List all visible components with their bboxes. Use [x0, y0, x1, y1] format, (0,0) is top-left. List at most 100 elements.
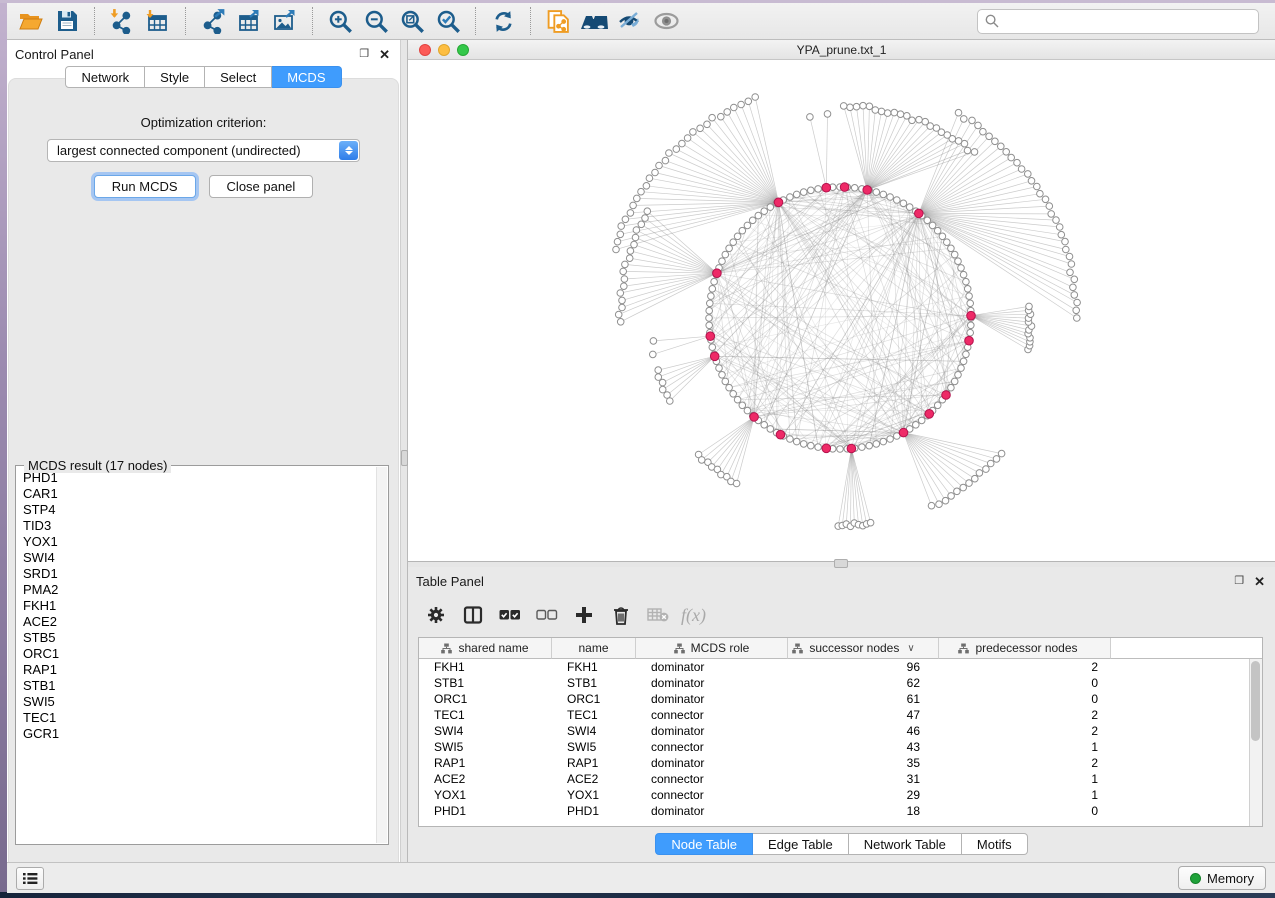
table-cell: 47 [788, 708, 939, 722]
hide-graphics-details-icon[interactable] [614, 6, 646, 36]
column-header-shared-name[interactable]: shared name [419, 638, 552, 659]
column-label: shared name [458, 641, 528, 655]
mcds-result-item[interactable]: GCR1 [23, 726, 375, 742]
mcds-result-item[interactable]: STB1 [23, 678, 375, 694]
delete-row-icon[interactable] [607, 601, 635, 629]
table-cell: 0 [939, 676, 1111, 690]
tab-edge-table[interactable]: Edge Table [753, 833, 849, 855]
zoom-out-icon[interactable] [360, 6, 392, 36]
tab-select[interactable]: Select [205, 66, 272, 88]
table-row[interactable]: RAP1RAP1dominator352 [419, 755, 1262, 771]
select-all-icon[interactable] [496, 601, 524, 629]
mcds-result-item[interactable]: TEC1 [23, 710, 375, 726]
column-header-name[interactable]: name [552, 638, 636, 659]
export-network-icon[interactable] [197, 6, 229, 36]
table-row[interactable]: YOX1YOX1connector291 [419, 787, 1262, 803]
binoculars-icon[interactable] [578, 6, 610, 36]
mcds-result-item[interactable]: STB5 [23, 630, 375, 646]
network-graph[interactable] [408, 60, 1275, 561]
mcds-result-item[interactable]: FKH1 [23, 598, 375, 614]
table-row[interactable]: ACE2ACE2connector311 [419, 771, 1262, 787]
table-cell: ACE2 [419, 772, 552, 786]
network-view-title: YPA_prune.txt_1 [408, 43, 1275, 57]
table-cell: TEC1 [419, 708, 552, 722]
save-session-icon[interactable] [51, 6, 83, 36]
mcds-result-item[interactable]: SWI4 [23, 550, 375, 566]
float-window-icon[interactable]: ❐ [1234, 576, 1244, 587]
deselect-all-icon[interactable] [533, 601, 561, 629]
tab-network[interactable]: Network [65, 66, 145, 88]
search-input[interactable] [1004, 14, 1251, 29]
table-row[interactable]: FKH1FKH1dominator962 [419, 659, 1262, 675]
table-row[interactable]: TEC1TEC1connector472 [419, 707, 1262, 723]
export-image-icon[interactable] [269, 6, 301, 36]
table-row[interactable]: PHD1PHD1dominator180 [419, 803, 1262, 819]
zoom-in-icon[interactable] [324, 6, 356, 36]
close-panel-button[interactable]: Close panel [209, 175, 314, 198]
refresh-icon[interactable] [487, 6, 519, 36]
table-cell: dominator [636, 660, 788, 674]
tab-node-table[interactable]: Node Table [655, 833, 753, 855]
mcds-result-item[interactable]: ACE2 [23, 614, 375, 630]
horizontal-splitter[interactable] [408, 562, 1275, 567]
tab-style[interactable]: Style [145, 66, 205, 88]
scrollbar-thumb[interactable] [1251, 661, 1260, 741]
mcds-result-item[interactable]: PHD1 [23, 470, 375, 486]
zoom-fit-icon[interactable] [396, 6, 428, 36]
column-header-predecessor-nodes[interactable]: predecessor nodes [939, 638, 1111, 659]
table-cell: 2 [939, 756, 1111, 770]
tab-mcds[interactable]: MCDS [272, 66, 341, 88]
mcds-result-item[interactable]: STP4 [23, 502, 375, 518]
import-table-icon[interactable] [142, 6, 174, 36]
export-table-icon[interactable] [233, 6, 265, 36]
tab-network-table[interactable]: Network Table [849, 833, 962, 855]
memory-button[interactable]: Memory [1178, 866, 1266, 890]
mcds-result-item[interactable]: TID3 [23, 518, 375, 534]
import-network-icon[interactable] [106, 6, 138, 36]
table-row[interactable]: SWI4SWI4dominator462 [419, 723, 1262, 739]
vertical-splitter[interactable] [400, 40, 408, 862]
mcds-result-item[interactable]: RAP1 [23, 662, 375, 678]
mcds-result-item[interactable]: YOX1 [23, 534, 375, 550]
mcds-result-item[interactable]: PMA2 [23, 582, 375, 598]
mcds-result-item[interactable]: CAR1 [23, 486, 375, 502]
table-scrollbar[interactable] [1249, 659, 1262, 826]
close-panel-icon[interactable]: ✕ [1254, 575, 1265, 588]
settings-icon[interactable] [422, 601, 450, 629]
column-label: predecessor nodes [975, 641, 1077, 655]
tab-motifs[interactable]: Motifs [962, 833, 1028, 855]
table-cell: YOX1 [552, 788, 636, 802]
toolbar-separator [94, 7, 95, 35]
function-builder-icon[interactable]: f(x) [681, 605, 706, 626]
columns-icon[interactable] [459, 601, 487, 629]
mcds-list-scrollbar[interactable] [376, 467, 387, 843]
mcds-tab-content: Optimization criterion: largest connecte… [8, 78, 399, 862]
mcds-result-item[interactable]: SRD1 [23, 566, 375, 582]
run-mcds-button[interactable]: Run MCDS [94, 175, 196, 198]
network-titlebar[interactable]: YPA_prune.txt_1 [408, 40, 1275, 60]
table-row[interactable]: STB1STB1dominator620 [419, 675, 1262, 691]
desktop-left-strip [0, 0, 7, 893]
zoom-selected-icon[interactable] [432, 6, 464, 36]
mcds-result-item[interactable]: SWI5 [23, 694, 375, 710]
show-graphics-details-icon[interactable] [650, 6, 682, 36]
mcds-result-item[interactable]: ORC1 [23, 646, 375, 662]
network-canvas[interactable] [408, 60, 1275, 561]
criterion-select[interactable]: largest connected component (undirected) [47, 139, 360, 162]
splitter-handle[interactable] [834, 559, 848, 568]
table-row[interactable]: ORC1ORC1dominator610 [419, 691, 1262, 707]
splitter-handle[interactable] [401, 450, 408, 466]
table-row[interactable]: SWI5SWI5connector431 [419, 739, 1262, 755]
add-row-icon[interactable] [570, 601, 598, 629]
close-panel-icon[interactable]: ✕ [379, 48, 390, 61]
table-cell: connector [636, 772, 788, 786]
control-panel: Control Panel ❐ ✕ NetworkStyleSelectMCDS… [7, 40, 400, 862]
copy-network-icon[interactable] [542, 6, 574, 36]
column-header-MCDS-role[interactable]: MCDS role [636, 638, 788, 659]
search-box[interactable] [977, 9, 1259, 34]
column-header-successor-nodes[interactable]: successor nodes∨ [788, 638, 939, 659]
task-history-button[interactable] [16, 867, 44, 890]
table-cell: ACE2 [552, 772, 636, 786]
float-window-icon[interactable]: ❐ [359, 49, 369, 60]
open-session-icon[interactable] [15, 6, 47, 36]
